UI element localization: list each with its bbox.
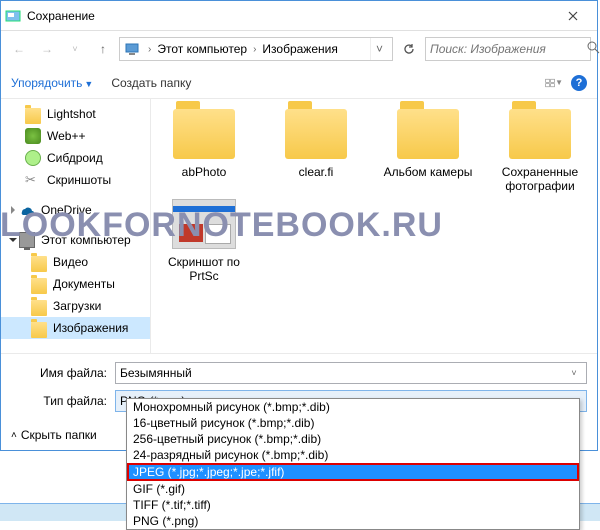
close-icon (568, 11, 578, 21)
up-button[interactable]: ↑ (91, 37, 115, 61)
breadcrumb-part[interactable]: Этот компьютер (155, 40, 249, 58)
filetype-option[interactable]: 16-цветный рисунок (*.bmp;*.dib) (127, 415, 579, 431)
folder-label: Сохраненные фотографии (495, 165, 585, 193)
tree-item-label: Скриншоты (47, 173, 111, 187)
tree-item[interactable]: Загрузки (1, 295, 150, 317)
chevron-down-icon[interactable]: ˅ (566, 368, 582, 378)
tree-item-label: Загрузки (53, 299, 101, 313)
tree-item[interactable]: OneDrive (1, 199, 150, 221)
tree-item-label: Изображения (53, 321, 128, 335)
search-box[interactable] (425, 37, 591, 61)
tree-item-label: OneDrive (41, 203, 92, 217)
search-icon[interactable] (587, 41, 600, 57)
tree-item[interactable]: Сибдроид (1, 147, 150, 169)
app-icon (5, 8, 21, 24)
file-label: Скриншот по PrtSc (159, 255, 249, 283)
breadcrumb-part[interactable]: Изображения (260, 40, 339, 58)
folder-icon (173, 109, 235, 159)
folder-content[interactable]: abPhoto clear.fi Альбом камеры Сохраненные … (151, 99, 597, 353)
pc-icon (124, 41, 140, 57)
filetype-option[interactable]: Монохромный рисунок (*.bmp;*.dib) (127, 399, 579, 415)
tree-item[interactable]: Документы (1, 273, 150, 295)
tree-item[interactable]: Web++ (1, 125, 150, 147)
dialog-body: Lightshot Web++ Сибдроид ✂Скриншоты OneDrive… (1, 99, 597, 353)
filetype-label: Тип файла: (11, 394, 115, 408)
filetype-option[interactable]: 256-цветный рисунок (*.bmp;*.dib) (127, 431, 579, 447)
folder-item[interactable]: Альбом камеры (383, 109, 473, 193)
filetype-dropdown[interactable]: Монохромный рисунок (*.bmp;*.dib)16-цвет… (126, 398, 580, 530)
breadcrumb-dropdown[interactable]: ˅ (370, 38, 388, 60)
back-button[interactable]: ← (7, 37, 31, 61)
folder-label: clear.fi (299, 165, 334, 179)
tree-item-label: Видео (53, 255, 88, 269)
file-item[interactable]: Скриншот по PrtSc (159, 199, 249, 283)
folder-item[interactable]: abPhoto (159, 109, 249, 193)
view-button[interactable]: ▼ (545, 74, 563, 92)
filetype-option[interactable]: JPEG (*.jpg;*.jpeg;*.jpe;*.jfif) (127, 463, 579, 481)
tree-item[interactable]: Этот компьютер (1, 229, 150, 251)
chevron-up-icon: ˄ (11, 430, 17, 441)
folder-label: Альбом камеры (384, 165, 473, 179)
filetype-option[interactable]: TIFF (*.tif;*.tiff) (127, 497, 579, 513)
tree-item-label: Этот компьютер (41, 233, 131, 247)
filename-value: Безымянный (120, 366, 192, 380)
thumbnail-icon (172, 199, 236, 249)
folder-icon (397, 109, 459, 159)
new-folder-button[interactable]: Создать папку (111, 76, 191, 90)
filetype-option[interactable]: 24-разрядный рисунок (*.bmp;*.dib) (127, 447, 579, 463)
tree-item-label: Web++ (47, 129, 85, 143)
tree-item-label: Lightshot (47, 107, 96, 121)
navbar: ← → ˅ ↑ › Этот компьютер › Изображения ˅ (1, 31, 597, 67)
filetype-option[interactable]: GIF (*.gif) (127, 481, 579, 497)
tree-item-label: Документы (53, 277, 115, 291)
tree-item-label: Сибдроид (47, 151, 103, 165)
folder-icon (509, 109, 571, 159)
folder-item[interactable]: Сохраненные фотографии (495, 109, 585, 193)
recent-dropdown[interactable]: ˅ (63, 37, 87, 61)
filename-label: Имя файла: (11, 366, 115, 380)
search-input[interactable] (430, 42, 587, 56)
help-button[interactable]: ? (571, 75, 587, 91)
save-dialog: Сохранение ← → ˅ ↑ › Этот компьютер › Из… (0, 0, 598, 451)
refresh-button[interactable] (397, 37, 421, 61)
window-title: Сохранение (27, 9, 553, 23)
tree-view[interactable]: Lightshot Web++ Сибдроид ✂Скриншоты OneDrive… (1, 99, 151, 353)
tree-item[interactable]: Видео (1, 251, 150, 273)
toolbar: Упорядочить▼ Создать папку ▼ ? (1, 67, 597, 99)
folder-icon (285, 109, 347, 159)
tree-item[interactable]: Изображения (1, 317, 150, 339)
titlebar: Сохранение (1, 1, 597, 31)
refresh-icon (402, 42, 416, 56)
breadcrumb[interactable]: › Этот компьютер › Изображения ˅ (119, 37, 393, 61)
filetype-option[interactable]: PNG (*.png) (127, 513, 579, 529)
close-button[interactable] (553, 2, 593, 30)
folder-item[interactable]: clear.fi (271, 109, 361, 193)
tree-item[interactable]: ✂Скриншоты (1, 169, 150, 191)
organize-menu[interactable]: Упорядочить▼ (11, 76, 93, 90)
folder-label: abPhoto (182, 165, 227, 179)
tree-item[interactable]: Lightshot (1, 103, 150, 125)
forward-button[interactable]: → (35, 37, 59, 61)
chevron-down-icon: ▼ (84, 79, 93, 89)
chevron-right-icon: › (148, 44, 151, 55)
chevron-right-icon: › (253, 44, 256, 55)
hide-folders-button[interactable]: ˄ Скрыть папки (11, 428, 97, 442)
filename-field[interactable]: Безымянный ˅ (115, 362, 587, 384)
